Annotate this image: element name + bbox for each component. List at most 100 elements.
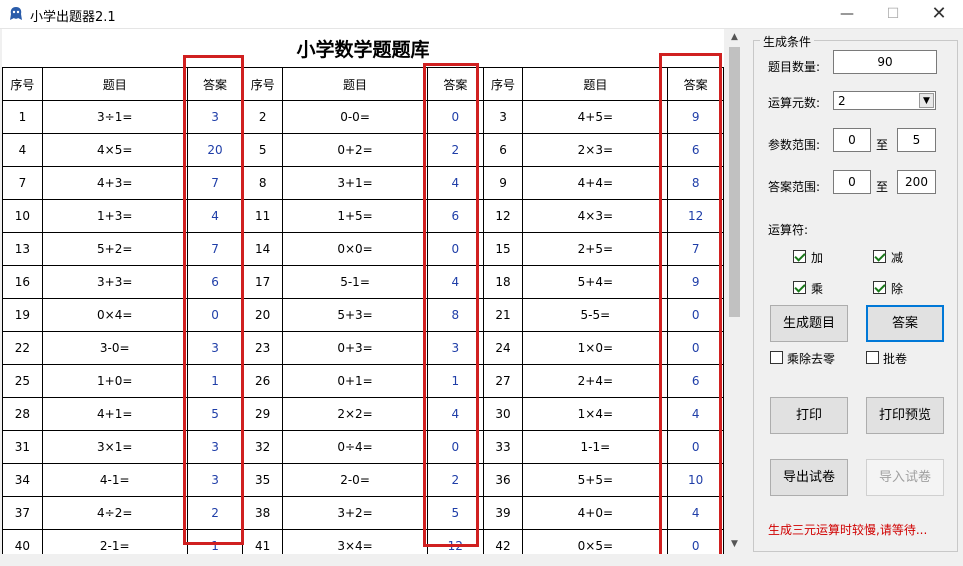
minimize-button[interactable]: —: [824, 0, 870, 28]
grade-checkbox[interactable]: [866, 351, 879, 364]
column-header: 题目: [522, 67, 669, 101]
subtract-checkbox[interactable]: [873, 250, 886, 263]
scroll-thumb[interactable]: [729, 47, 740, 317]
cell-index: 18: [482, 265, 524, 299]
cell-index: 30: [482, 397, 524, 431]
column-header: 题目: [282, 67, 429, 101]
cell-question: 3×4=: [282, 529, 429, 554]
print-preview-button[interactable]: 打印预览: [866, 397, 944, 434]
no-zero-checkbox[interactable]: [770, 351, 783, 364]
cell-question: 0+3=: [282, 331, 429, 365]
add-label: 加: [811, 251, 824, 265]
cell-index: 14: [242, 232, 284, 266]
operands-value: 2: [838, 94, 846, 108]
cell-index: 35: [242, 463, 284, 497]
cell-index: 20: [242, 298, 284, 332]
cell-index: 19: [2, 298, 43, 332]
cell-index: 8: [242, 166, 284, 200]
print-button[interactable]: 打印: [770, 397, 848, 434]
cell-index: 6: [482, 133, 524, 167]
param-max-input[interactable]: 5: [897, 128, 936, 152]
table-row: 31 3×1= 3 32 0÷4= 0 33 1-1= 0: [2, 430, 724, 464]
cell-index: 16: [2, 265, 43, 299]
param-range-label: 参数范围:: [768, 138, 821, 152]
table-row: 22 3-0= 3 23 0+3= 3 24 1×0= 0: [2, 331, 724, 365]
question-table: 序号 题目 答案 序号 题目 答案 序号 题目 答案 1 3÷1= 3 2 0-0= 0 3 4+5= 9 4 4×5…: [2, 67, 724, 554]
table-row: 34 4-1= 3 35 2-0= 2 36 5+5= 10: [2, 463, 724, 497]
answer-max-input[interactable]: 200: [897, 170, 936, 194]
cell-question: 3+3=: [41, 265, 188, 299]
cell-question: 1×0=: [522, 331, 669, 365]
cell-index: 5: [242, 133, 284, 167]
answer-range-label: 答案范围:: [768, 180, 821, 194]
cell-question: 4×3=: [522, 199, 669, 233]
column-header: 题目: [41, 67, 188, 101]
export-button[interactable]: 导出试卷: [770, 459, 848, 496]
cell-question: 0×0=: [282, 232, 429, 266]
scroll-up-icon[interactable]: ▲: [726, 29, 743, 46]
multiply-checkbox[interactable]: [793, 281, 806, 294]
cell-index: 11: [242, 199, 284, 233]
scroll-down-icon[interactable]: ▼: [726, 536, 743, 553]
cell-index: 41: [242, 529, 284, 554]
cell-question: 3×1=: [41, 430, 188, 464]
count-label: 题目数量:: [768, 60, 821, 74]
cell-question: 0-0=: [282, 100, 429, 134]
cell-question: 4×5=: [41, 133, 188, 167]
cell-question: 2-0=: [282, 463, 429, 497]
generate-button[interactable]: 生成题目: [770, 305, 848, 342]
answer-min-input[interactable]: 0: [833, 170, 871, 194]
cell-index: 27: [482, 364, 524, 398]
cell-index: 1: [2, 100, 43, 134]
cell-question: 5-1=: [282, 265, 429, 299]
settings-group-title: 生成条件: [760, 33, 815, 50]
chevron-down-icon[interactable]: ▼: [919, 93, 934, 108]
table-header-row: 序号 题目 答案 序号 题目 答案 序号 题目 答案: [2, 67, 724, 101]
cell-question: 4+3=: [41, 166, 188, 200]
vertical-scrollbar[interactable]: ▲ ▼: [726, 29, 743, 554]
divide-label: 除: [891, 282, 904, 296]
cell-index: 39: [482, 496, 524, 530]
cell-index: 13: [2, 232, 43, 266]
divide-checkbox[interactable]: [873, 281, 886, 294]
cell-index: 17: [242, 265, 284, 299]
cell-index: 12: [482, 199, 524, 233]
bottom-edge: [0, 554, 745, 566]
cell-question: 2×2=: [282, 397, 429, 431]
operators-label: 运算符:: [768, 223, 809, 237]
cell-index: 36: [482, 463, 524, 497]
cell-question: 2+5=: [522, 232, 669, 266]
cell-index: 40: [2, 529, 43, 554]
column-header: 序号: [482, 67, 524, 101]
question-sheet: 小学数学题题库 序号 题目 答案 序号 题目 答案 序号 题目 答案 1 3÷1= 3 2 0-0= 0 3 4…: [2, 29, 724, 554]
operands-select[interactable]: 2 ▼: [833, 91, 936, 110]
cell-index: 4: [2, 133, 43, 167]
cell-index: 22: [2, 331, 43, 365]
param-to-label: 至: [876, 138, 889, 152]
answer-highlight-1: [183, 55, 244, 545]
cell-question: 3+2=: [282, 496, 429, 530]
cell-question: 0×4=: [41, 298, 188, 332]
cell-question: 5+3=: [282, 298, 429, 332]
cell-index: 3: [482, 100, 524, 134]
cell-question: 4+5=: [522, 100, 669, 134]
cell-index: 2: [242, 100, 284, 134]
cell-question: 5+4=: [522, 265, 669, 299]
answer-highlight-2: [423, 63, 479, 547]
sheet-title: 小学数学题题库: [296, 39, 430, 61]
cell-index: 24: [482, 331, 524, 365]
operands-label: 运算元数:: [768, 96, 821, 110]
param-min-input[interactable]: 0: [833, 128, 871, 152]
no-zero-label: 乘除去零: [787, 352, 836, 366]
import-button[interactable]: 导入试卷: [866, 459, 944, 496]
answer-button[interactable]: 答案: [866, 305, 944, 342]
cell-question: 4-1=: [41, 463, 188, 497]
table-row: 25 1+0= 1 26 0+1= 1 27 2+4= 6: [2, 364, 724, 398]
count-input[interactable]: 90: [833, 50, 937, 74]
cell-index: 29: [242, 397, 284, 431]
cell-question: 5+2=: [41, 232, 188, 266]
close-button[interactable]: ✕: [916, 0, 962, 28]
cell-index: 9: [482, 166, 524, 200]
maximize-button[interactable]: ☐: [870, 0, 916, 28]
add-checkbox[interactable]: [793, 250, 806, 263]
